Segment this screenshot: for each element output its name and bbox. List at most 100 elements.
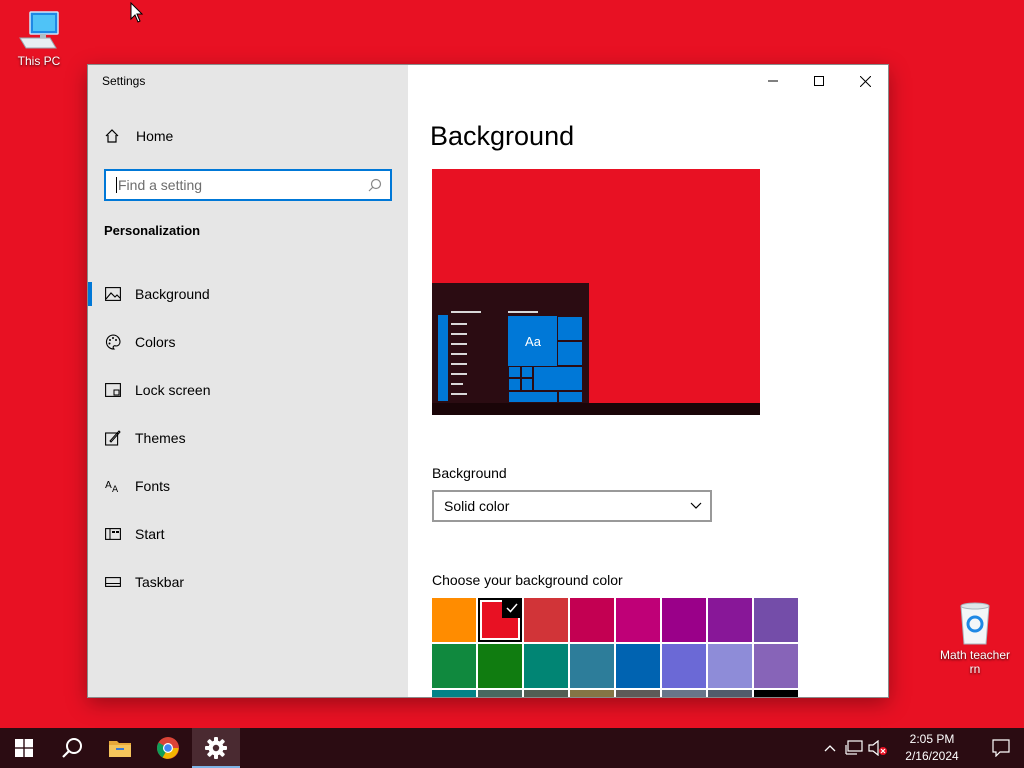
fonts-icon: AA [104, 477, 122, 495]
svg-text:A: A [105, 480, 112, 491]
color-swatch[interactable] [754, 690, 798, 697]
color-swatch[interactable] [524, 690, 568, 697]
preview-taskbar [432, 403, 760, 415]
themes-icon [104, 429, 122, 447]
sidebar-item-background[interactable]: Background [88, 270, 408, 318]
color-swatch[interactable] [524, 598, 568, 642]
color-swatch[interactable] [616, 690, 660, 697]
color-swatch[interactable] [524, 644, 568, 688]
clock[interactable]: 2:05 PM 2/16/2024 [896, 731, 968, 765]
show-hidden-icons-button[interactable] [818, 728, 842, 768]
this-pc-desktop-icon[interactable]: This PC [1, 8, 77, 68]
chevron-down-icon [690, 502, 702, 509]
sidebar-item-themes[interactable]: Themes [88, 414, 408, 462]
start-button[interactable] [0, 728, 48, 768]
search-input[interactable] [118, 177, 368, 193]
computer-icon [19, 11, 59, 49]
chrome-icon [157, 737, 179, 759]
minimize-button[interactable] [750, 65, 796, 97]
color-swatch[interactable] [662, 598, 706, 642]
system-tray: 2:05 PM 2/16/2024 [818, 728, 1024, 768]
picture-icon [104, 285, 122, 303]
sidebar-item-lock-screen[interactable]: Lock screen [88, 366, 408, 414]
color-swatch[interactable] [478, 644, 522, 688]
color-swatch[interactable] [616, 644, 660, 688]
sidebar-item-label: Background [135, 286, 210, 302]
clock-date: 2/16/2024 [905, 749, 959, 763]
dropdown-value: Solid color [444, 498, 510, 514]
sidebar-item-colors[interactable]: Colors [88, 318, 408, 366]
palette-icon [104, 333, 122, 351]
taskbar-icon [104, 573, 122, 591]
sidebar: Settings Home Personalization Background [88, 65, 408, 697]
preview-tile-text: Aa [508, 316, 558, 366]
color-swatch[interactable] [662, 644, 706, 688]
color-swatch[interactable] [754, 644, 798, 688]
color-swatch[interactable] [708, 644, 752, 688]
sidebar-item-label: Fonts [135, 478, 171, 494]
color-swatch[interactable] [432, 598, 476, 642]
minimize-icon [768, 80, 778, 82]
color-swatch[interactable] [432, 644, 476, 688]
personalization-nav: Background Colors Lock screen Themes A A… [88, 270, 408, 606]
desktop-icon-label: This PC [17, 54, 61, 68]
color-swatch[interactable] [432, 690, 476, 697]
color-swatch[interactable] [478, 598, 522, 642]
color-swatch[interactable] [570, 644, 614, 688]
color-swatch[interactable] [708, 598, 752, 642]
taskbar: 2:05 PM 2/16/2024 [0, 728, 1024, 768]
background-type-dropdown[interactable]: Solid color [432, 490, 712, 522]
mouse-cursor-icon [130, 2, 144, 23]
desktop-preview: Aa [432, 169, 760, 415]
color-swatch[interactable] [616, 598, 660, 642]
preview-app-list-strip [438, 315, 448, 401]
text-caret [116, 177, 117, 193]
network-button[interactable] [842, 728, 866, 768]
sidebar-item-label: Themes [135, 430, 186, 446]
search-taskbar-button[interactable] [48, 728, 96, 768]
sidebar-item-label: Lock screen [135, 382, 211, 398]
section-title: Personalization [104, 223, 201, 238]
volume-muted-icon [868, 740, 887, 756]
close-button[interactable] [842, 65, 888, 97]
action-center-button[interactable] [978, 728, 1024, 768]
start-icon [104, 525, 122, 543]
sidebar-item-taskbar[interactable]: Taskbar [88, 558, 408, 606]
home-label: Home [136, 128, 174, 144]
window-controls [750, 65, 888, 97]
settings-taskbar-button[interactable] [192, 728, 240, 768]
home-nav-button[interactable]: Home [104, 128, 173, 144]
maximize-button[interactable] [796, 65, 842, 97]
recycle-bin-icon [960, 602, 990, 645]
sidebar-item-start[interactable]: Start [88, 510, 408, 558]
background-color-label: Choose your background color [432, 572, 623, 588]
sidebar-item-label: Taskbar [135, 574, 185, 590]
notification-icon [992, 739, 1010, 757]
chrome-button[interactable] [144, 728, 192, 768]
settings-window: Settings Home Personalization Background [88, 65, 888, 697]
volume-button[interactable] [866, 728, 890, 768]
settings-gear-icon [205, 737, 227, 759]
windows-start-icon [15, 739, 33, 757]
color-swatch[interactable] [708, 690, 752, 697]
color-swatch[interactable] [478, 690, 522, 697]
search-box[interactable] [104, 169, 392, 201]
color-swatch[interactable] [662, 690, 706, 697]
recycle-bin-desktop-icon[interactable]: Math teacher rn [937, 600, 1013, 676]
lock-screen-icon [104, 381, 122, 399]
color-swatch-grid [432, 598, 800, 697]
svg-text:A: A [112, 485, 119, 493]
sidebar-item-label: Colors [135, 334, 176, 350]
page-title: Background [430, 121, 575, 151]
search-icon [368, 178, 382, 192]
file-explorer-button[interactable] [96, 728, 144, 768]
window-title: Settings [102, 74, 146, 88]
sidebar-item-fonts[interactable]: AA Fonts [88, 462, 408, 510]
checkmark-icon [502, 598, 522, 618]
color-swatch[interactable] [570, 598, 614, 642]
sidebar-item-label: Start [135, 526, 165, 542]
maximize-icon [814, 76, 824, 86]
color-swatch[interactable] [570, 690, 614, 697]
file-explorer-icon [109, 741, 131, 757]
color-swatch[interactable] [754, 598, 798, 642]
